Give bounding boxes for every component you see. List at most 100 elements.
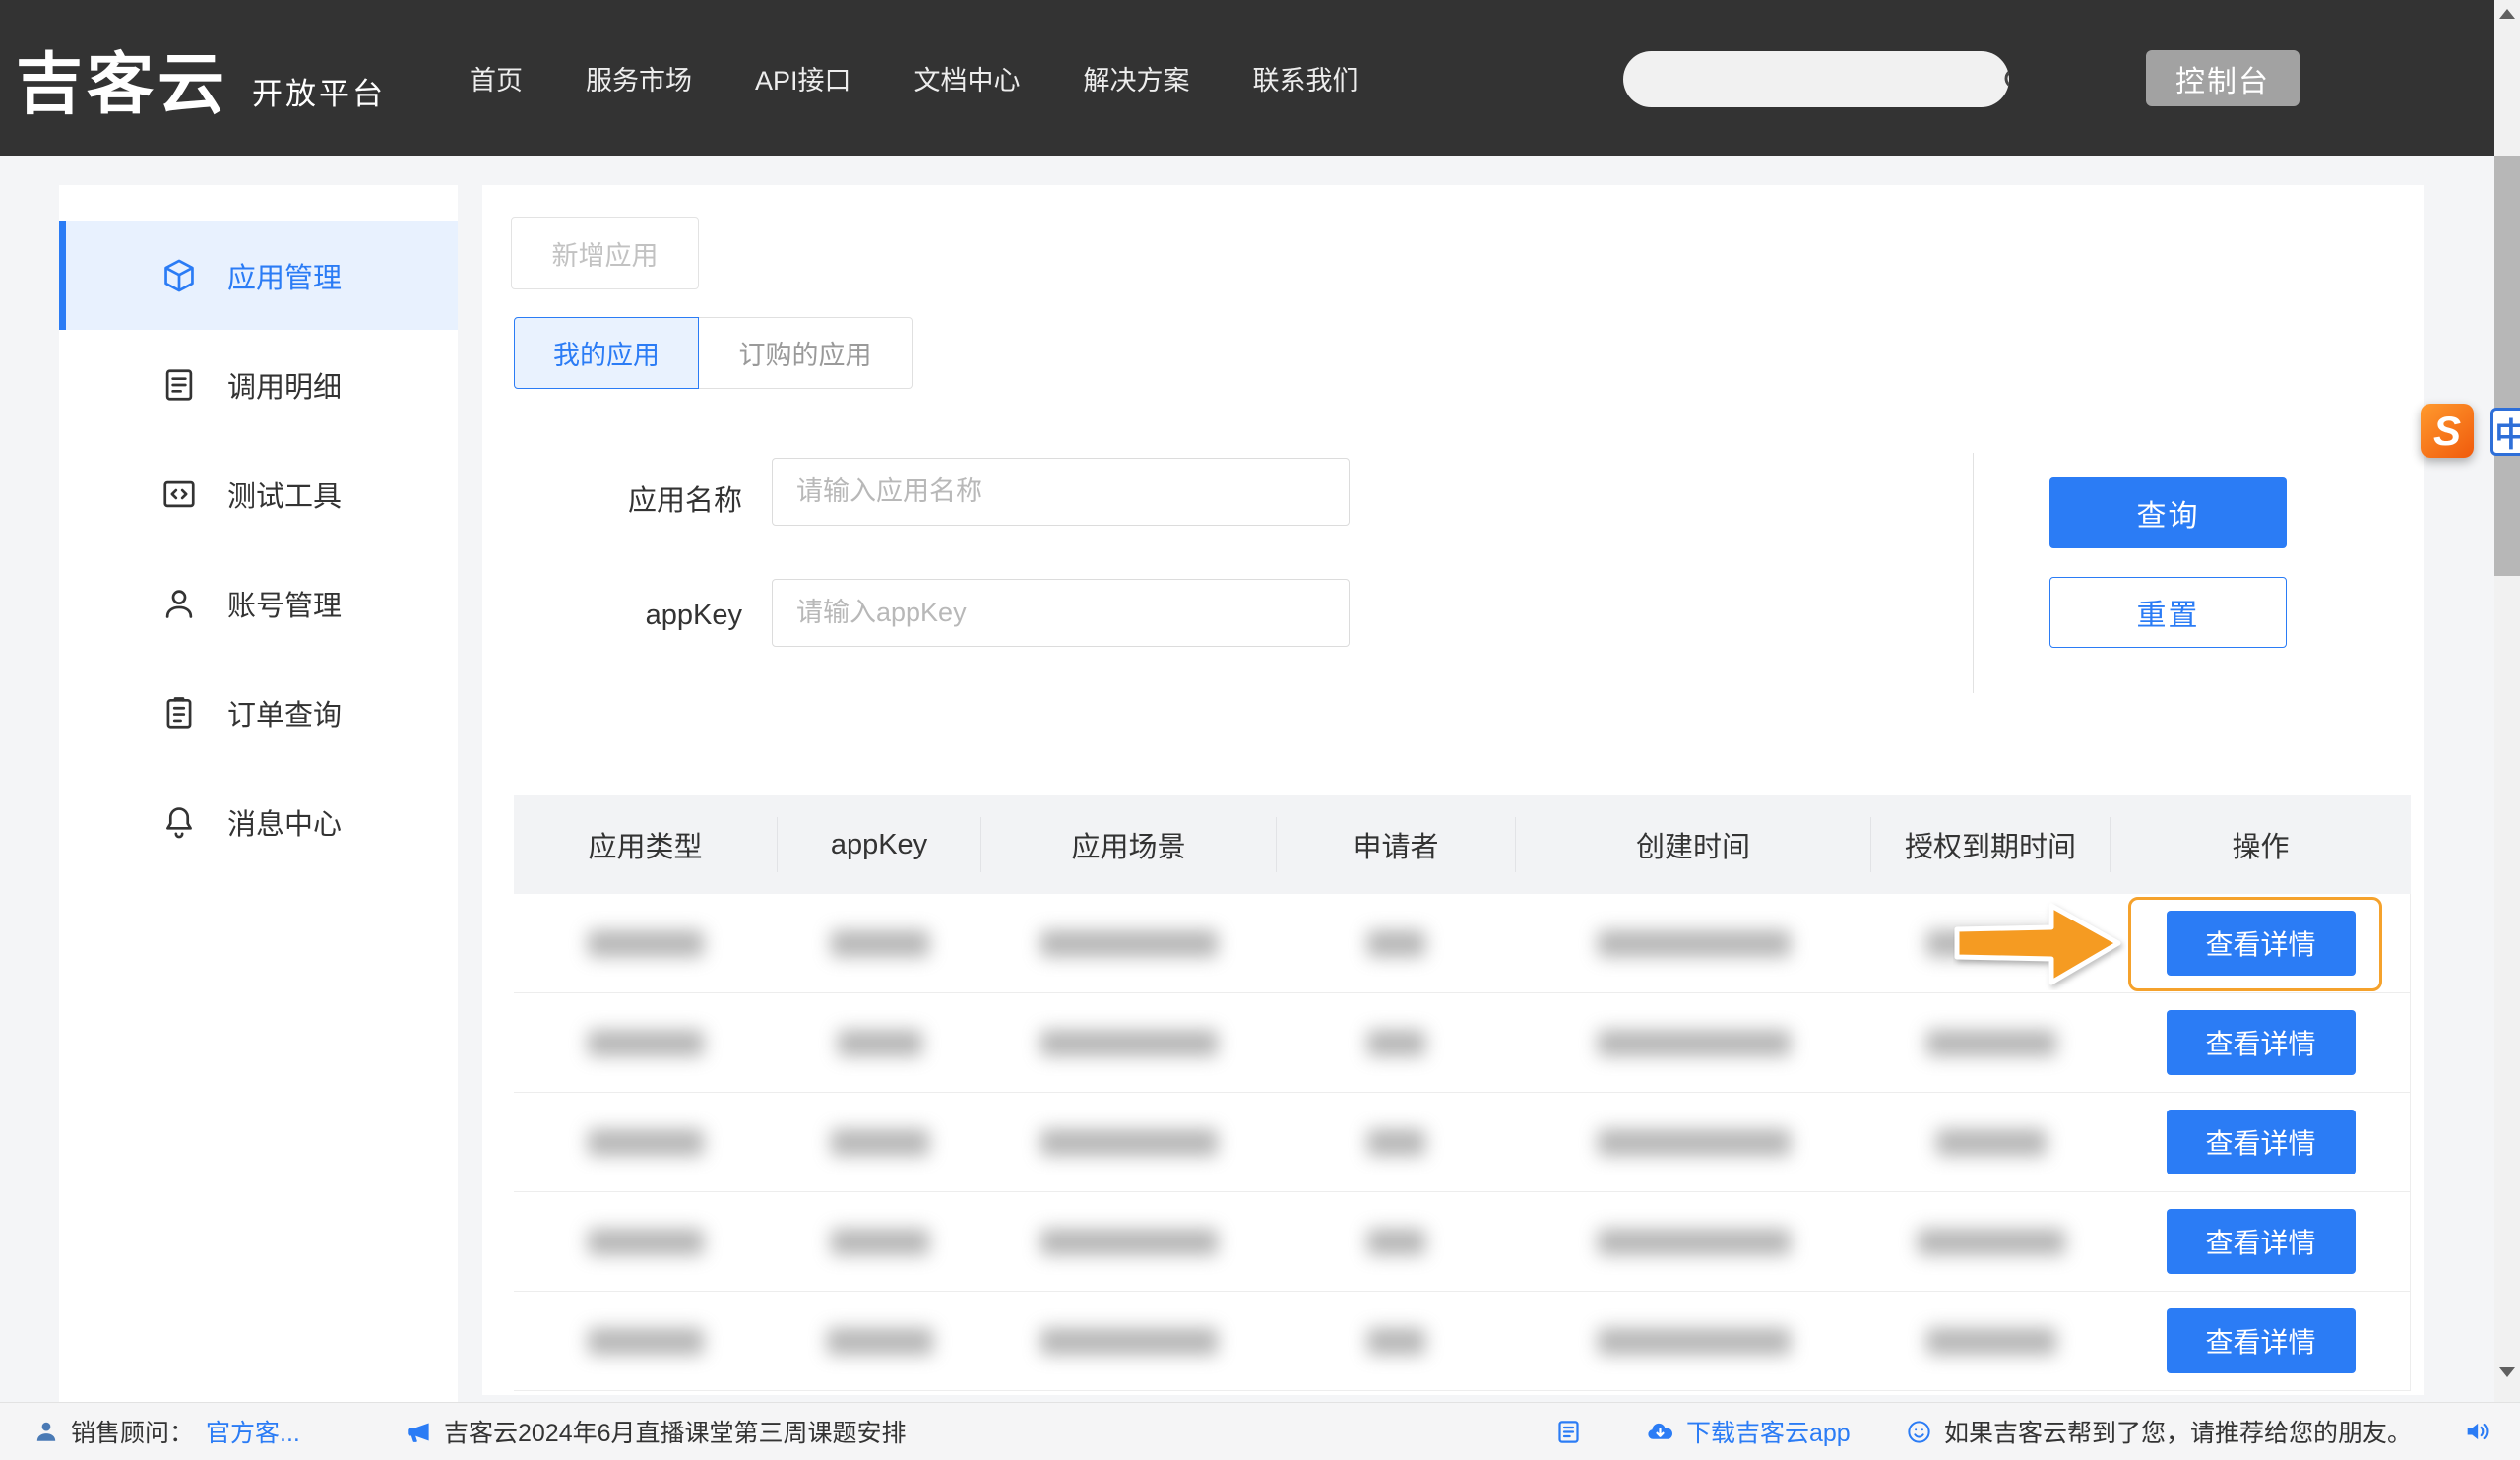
search-icon[interactable]: [2000, 51, 2009, 107]
sidebar-item-label: 账号管理: [227, 583, 342, 624]
top-nav-menu: 首页 服务市场 API接口 文档中心 解决方案 联系我们: [470, 0, 1359, 156]
cell-expire-time: [1871, 993, 2110, 1092]
nav-item-api[interactable]: API接口: [755, 59, 851, 97]
redacted-text: [1598, 930, 1791, 957]
sales-consultant: 销售顾问： 官方客...: [33, 1403, 300, 1460]
download-app[interactable]: 下载吉客云app: [1646, 1403, 1851, 1460]
redacted-text: [1367, 1328, 1425, 1355]
redacted-text: [588, 930, 704, 957]
add-app-button[interactable]: 新增应用: [511, 217, 699, 289]
nav-item-docs[interactable]: 文档中心: [914, 59, 1021, 97]
sidebar-item-app-management[interactable]: 应用管理: [59, 221, 458, 330]
nav-item-home[interactable]: 首页: [470, 59, 523, 97]
column-header-actions: 操作: [2110, 817, 2411, 872]
brand-logo[interactable]: 吉客云 开放平台: [16, 0, 386, 156]
column-header-app-scene: 应用场景: [981, 817, 1277, 872]
cell-applicant: [1277, 1093, 1516, 1191]
sidebar-item-label: 消息中心: [227, 801, 342, 843]
cell-created-time: [1516, 1292, 1871, 1390]
cell-appkey: [778, 894, 981, 992]
redacted-text: [588, 1229, 704, 1255]
redacted-text: [838, 1030, 922, 1056]
cell-actions: 查看详情: [2110, 993, 2411, 1092]
view-detail-button[interactable]: 查看详情: [2167, 1010, 2356, 1075]
sidebar-item-test-tools[interactable]: 测试工具: [59, 439, 458, 548]
header-search-input[interactable]: [1623, 51, 2000, 107]
speaker-icon: [2463, 1418, 2490, 1445]
sidebar-item-account-management[interactable]: 账号管理: [59, 548, 458, 658]
view-detail-button[interactable]: 查看详情: [2167, 1110, 2356, 1174]
nav-item-solutions[interactable]: 解决方案: [1084, 59, 1190, 97]
announcement-text: 吉客云2024年6月直播课堂第三周课题安排: [444, 1414, 907, 1449]
nav-item-contact[interactable]: 联系我们: [1253, 59, 1359, 97]
platform-name: 开放平台: [252, 69, 386, 113]
cell-app-scene: [981, 993, 1277, 1092]
official-service-link[interactable]: 官方客...: [206, 1414, 300, 1449]
download-app-link[interactable]: 下载吉客云app: [1686, 1414, 1851, 1449]
appkey-label: appKey: [526, 600, 742, 632]
redacted-text: [588, 1030, 704, 1056]
footer-bar: 销售顾问： 官方客... 吉客云2024年6月直播课堂第三周课题安排: [0, 1402, 2520, 1460]
apps-table: 应用类型 appKey 应用场景 申请者 创建时间 授权到期时间 操作 查看详: [514, 795, 2411, 1391]
ime-language-badge[interactable]: 中: [2490, 408, 2520, 456]
cell-expire-time: [1871, 1192, 2110, 1291]
cell-expire-time: [1871, 1093, 2110, 1191]
cell-applicant: [1277, 894, 1516, 992]
sidebar-item-message-center[interactable]: 消息中心: [59, 767, 458, 876]
logo-text: 吉客云: [16, 30, 228, 127]
view-detail-button[interactable]: 查看详情: [2167, 911, 2356, 976]
tab-subscribed-apps[interactable]: 订购的应用: [699, 317, 913, 389]
redacted-text: [1040, 930, 1218, 957]
app-tabs: 我的应用 订购的应用: [514, 317, 913, 389]
redacted-text: [827, 1328, 933, 1355]
sidebar-item-label: 应用管理: [227, 255, 342, 296]
view-detail-button[interactable]: 查看详情: [2167, 1308, 2356, 1373]
redacted-text: [1040, 1229, 1218, 1255]
cell-app-scene: [981, 1192, 1277, 1291]
sound-toggle[interactable]: [2463, 1403, 2490, 1460]
redacted-text: [1367, 1129, 1425, 1156]
column-header-app-type: 应用类型: [514, 817, 778, 872]
console-button[interactable]: 控制台: [2146, 50, 2300, 106]
nav-item-service-market[interactable]: 服务市场: [586, 59, 692, 97]
scroll-down-arrow-icon[interactable]: [2494, 1361, 2520, 1384]
cell-created-time: [1516, 1093, 1871, 1191]
vertical-scrollbar[interactable]: [2494, 0, 2520, 1402]
app-name-input[interactable]: [772, 458, 1350, 526]
megaphone-icon: [406, 1419, 432, 1445]
redacted-text: [1367, 1030, 1425, 1056]
sidebar-item-label: 订单查询: [227, 692, 342, 733]
table-row: 查看详情: [514, 1093, 2411, 1192]
tab-my-apps[interactable]: 我的应用: [514, 317, 699, 389]
cell-app-type: [514, 1192, 778, 1291]
notes-tool[interactable]: [1555, 1403, 1582, 1460]
cell-applicant: [1277, 1292, 1516, 1390]
user-icon: [160, 585, 198, 622]
redacted-text: [588, 1328, 704, 1355]
appkey-input[interactable]: [772, 579, 1350, 647]
sidebar-item-order-query[interactable]: 订单查询: [59, 658, 458, 767]
sidebar-item-label: 调用明细: [227, 364, 342, 406]
cell-appkey: [778, 1292, 981, 1390]
header-search[interactable]: [1623, 51, 2009, 107]
cell-app-type: [514, 993, 778, 1092]
note-icon: [1555, 1419, 1582, 1445]
query-button[interactable]: 查询: [2049, 477, 2287, 548]
column-header-created-time: 创建时间: [1516, 817, 1871, 872]
redacted-text: [1598, 1328, 1791, 1355]
announcement[interactable]: 吉客云2024年6月直播课堂第三周课题安排: [406, 1403, 907, 1460]
referral: 如果吉客云帮到了您，请推荐给您的朋友。: [1906, 1403, 2412, 1460]
scroll-up-arrow-icon[interactable]: [2494, 2, 2520, 26]
view-detail-button[interactable]: 查看详情: [2167, 1209, 2356, 1274]
sidebar-item-call-details[interactable]: 调用明细: [59, 330, 458, 439]
cell-app-scene: [981, 1093, 1277, 1191]
table-row: 查看详情: [514, 993, 2411, 1093]
redacted-text: [588, 1129, 704, 1156]
sales-label: 销售顾问：: [71, 1414, 194, 1449]
cell-app-type: [514, 1093, 778, 1191]
reset-button[interactable]: 重置: [2049, 577, 2287, 648]
column-header-applicant: 申请者: [1277, 817, 1516, 872]
sogou-ime-icon[interactable]: S: [2421, 404, 2474, 458]
scrollbar-thumb[interactable]: [2494, 156, 2520, 576]
order-icon: [160, 694, 198, 731]
